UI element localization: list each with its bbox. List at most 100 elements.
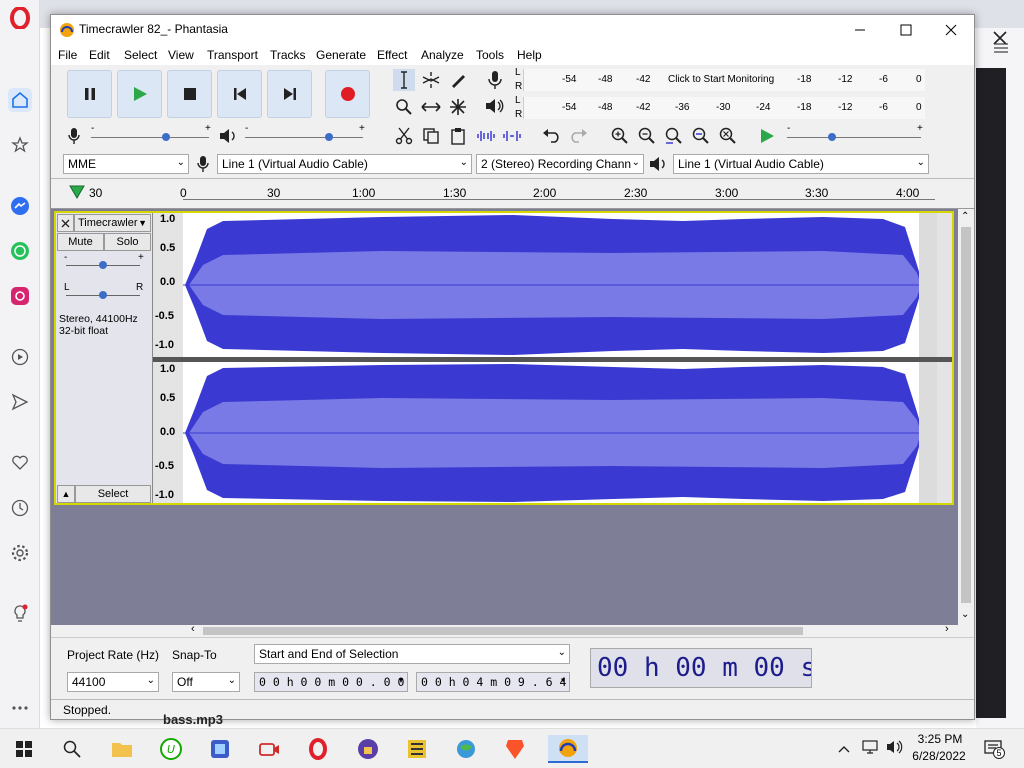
selection-mode-select[interactable]: Start and End of Selection ⌄ (254, 644, 570, 664)
selection-start-time[interactable]: 0 0 h 0 0 m 0 0 . 0 0 0 s ▾ (254, 672, 408, 692)
track-area[interactable]: Timecrawler ▼ Mute Solo - + L R Stereo, … (51, 209, 974, 625)
silence-audio-icon[interactable] (501, 125, 523, 147)
gain-slider[interactable]: - + (64, 252, 144, 273)
solo-button[interactable]: Solo (104, 233, 151, 251)
scroll-down-icon[interactable]: ⌄ (961, 609, 969, 620)
search-icon[interactable] (58, 735, 86, 763)
menu-generate[interactable]: Generate (316, 48, 366, 62)
messenger-icon[interactable] (8, 194, 32, 218)
multi-tool-icon[interactable] (447, 96, 469, 118)
fit-selection-icon[interactable] (663, 125, 685, 147)
clock-date[interactable]: 6/28/2022 (908, 749, 970, 763)
lightbulb-icon[interactable] (8, 602, 32, 626)
menu-transport[interactable]: Transport (207, 48, 258, 62)
menu-select[interactable]: Select (124, 48, 157, 62)
zoom-in-icon[interactable] (609, 125, 631, 147)
menu-edit[interactable]: Edit (89, 48, 110, 62)
zoom-tool-icon[interactable] (393, 96, 415, 118)
play-button[interactable] (117, 70, 162, 118)
brave-icon[interactable] (501, 735, 529, 763)
play-head-pin-icon[interactable] (69, 185, 85, 202)
copy-icon[interactable] (420, 125, 442, 147)
speaker-icon[interactable] (485, 98, 505, 117)
trim-audio-icon[interactable] (475, 125, 497, 147)
menu-effect[interactable]: Effect (377, 48, 407, 62)
play-speed-slider[interactable]: - + (785, 123, 925, 149)
globe-app-icon[interactable] (452, 735, 480, 763)
time-shift-tool-icon[interactable] (420, 96, 442, 118)
menu-file[interactable]: File (58, 48, 77, 62)
clock-time[interactable]: 3:25 PM (912, 732, 968, 746)
audio-track[interactable]: Timecrawler ▼ Mute Solo - + L R Stereo, … (54, 211, 954, 505)
playback-device-select[interactable]: Line 1 (Virtual Audio Cable) ⌄ (673, 154, 929, 174)
playback-volume-slider[interactable]: - + (243, 123, 369, 149)
start-button[interactable] (10, 735, 38, 763)
paste-icon[interactable] (447, 125, 469, 147)
mute-button[interactable]: Mute (57, 233, 104, 251)
history-icon[interactable] (8, 496, 32, 520)
slider-thumb[interactable] (325, 133, 333, 141)
scroll-up-icon[interactable]: ⌃ (961, 211, 969, 222)
envelope-tool-icon[interactable] (420, 69, 442, 91)
record-meter[interactable]: -54 -48 -42 Click to Start Monitoring -1… (523, 69, 925, 91)
track-name-menu[interactable]: Timecrawler ▼ (74, 214, 151, 232)
skip-to-end-button[interactable] (267, 70, 312, 118)
minimize-button[interactable] (837, 15, 883, 45)
chevron-up-icon[interactable] (838, 742, 850, 756)
heart-icon[interactable] (8, 451, 32, 475)
volume-icon[interactable] (886, 740, 904, 757)
menu-tools[interactable]: Tools (476, 48, 504, 62)
instagram-icon[interactable] (8, 284, 32, 308)
selection-end-time[interactable]: 0 0 h 0 4 m 0 9 . 6 4 0 s ▾ (416, 672, 570, 692)
slider-thumb[interactable] (99, 291, 107, 299)
audacity-taskbar-icon[interactable] (548, 735, 588, 763)
vertical-scrollbar[interactable]: ⌃ ⌄ (958, 209, 974, 625)
slider-thumb[interactable] (828, 133, 836, 141)
collapse-track-button[interactable]: ▲ (57, 485, 75, 503)
zoom-toggle-icon[interactable] (717, 125, 739, 147)
audio-position-display[interactable]: 00 h 00 m 00 s (590, 648, 812, 688)
stop-button[interactable] (167, 70, 212, 118)
app-icon[interactable] (206, 735, 234, 763)
record-button[interactable] (325, 70, 370, 118)
file-explorer-icon[interactable] (108, 735, 136, 763)
cut-icon[interactable] (393, 125, 415, 147)
redo-icon[interactable] (567, 125, 589, 147)
scroll-right-icon[interactable]: › (945, 623, 949, 635)
timeline-ruler[interactable]: 30 0 30 1:00 1:30 2:00 2:30 3:00 3:30 4:… (51, 179, 974, 209)
audio-host-select[interactable]: MME ⌄ (63, 154, 189, 174)
playback-meter[interactable]: -54 -48 -42 -36 -30 -24 -18 -12 -6 0 (523, 97, 925, 119)
horizontal-scrollbar[interactable]: ‹ › (51, 623, 974, 637)
pause-button[interactable] (67, 70, 112, 118)
skip-to-start-button[interactable] (217, 70, 262, 118)
scroll-thumb[interactable] (203, 627, 803, 635)
scroll-thumb[interactable] (961, 227, 971, 603)
close-button[interactable] (928, 15, 974, 45)
undo-icon[interactable] (541, 125, 563, 147)
waveform-left-channel[interactable] (183, 213, 937, 357)
track-close-button[interactable] (57, 214, 74, 232)
project-rate-select[interactable]: 44100 ⌄ (67, 672, 159, 692)
editor-app-icon[interactable] (403, 735, 431, 763)
menu-help[interactable]: Help (517, 48, 542, 62)
monitor-prompt[interactable]: Click to Start Monitoring (668, 74, 774, 85)
slider-thumb[interactable] (99, 261, 107, 269)
microphone-icon[interactable] (487, 70, 503, 93)
opera-taskbar-icon[interactable] (304, 735, 332, 763)
home-icon[interactable] (8, 88, 32, 112)
fit-project-icon[interactable] (690, 125, 712, 147)
notification-center-icon[interactable]: 5 (984, 739, 1006, 762)
star-icon[interactable] (8, 133, 32, 157)
recording-volume-slider[interactable]: - + (89, 123, 215, 149)
maximize-button[interactable] (883, 15, 929, 45)
player-icon[interactable] (8, 345, 32, 369)
camera-app-icon[interactable] (255, 735, 283, 763)
menu-view[interactable]: View (168, 48, 194, 62)
send-icon[interactable] (8, 390, 32, 414)
menu-lines-icon[interactable] (994, 42, 1008, 57)
settings-icon[interactable] (8, 541, 32, 565)
play-at-speed-icon[interactable] (756, 125, 778, 147)
menu-tracks[interactable]: Tracks (270, 48, 306, 62)
snap-to-select[interactable]: Off ⌄ (172, 672, 240, 692)
whatsapp-icon[interactable] (8, 239, 32, 263)
